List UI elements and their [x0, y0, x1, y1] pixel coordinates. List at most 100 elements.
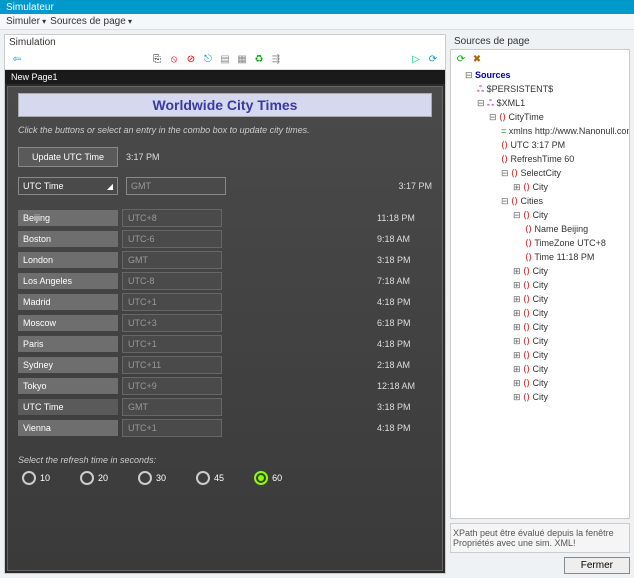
city-tz[interactable]: UTC+1	[122, 419, 222, 437]
expand-icon[interactable]: ⊟	[501, 166, 511, 180]
tree-persistent[interactable]: $PERSISTENT$	[487, 84, 554, 94]
expand-icon[interactable]: ⊞	[513, 264, 523, 278]
expand-icon[interactable]: ⊞	[513, 334, 523, 348]
expand-icon[interactable]: ⊟	[501, 194, 511, 208]
page-tab[interactable]: New Page1	[5, 70, 445, 84]
source-tree[interactable]: ⊟Sources ஃ $PERSISTENT$ ⊟ஃ $XML1 ⊟⟨⟩ Cit…	[453, 68, 627, 404]
city-tz[interactable]: UTC-6	[122, 230, 222, 248]
expand-icon[interactable]: ⊞	[513, 390, 523, 404]
expand-icon[interactable]: ⊟	[477, 96, 487, 110]
city-row[interactable]: Los AngelesUTC-87:18 AM	[18, 272, 432, 290]
tree-city[interactable]: City	[533, 210, 549, 220]
city-tz[interactable]: UTC+1	[122, 293, 222, 311]
tree-xml1[interactable]: $XML1	[497, 98, 526, 108]
city-combo[interactable]: UTC Time ◢	[18, 177, 118, 195]
tz-field[interactable]: GMT	[126, 177, 226, 195]
city-tz[interactable]: UTC+8	[122, 209, 222, 227]
city-name[interactable]: UTC Time	[18, 399, 118, 415]
city-row[interactable]: LondonGMT3:18 PM	[18, 251, 432, 269]
city-row[interactable]: TokyoUTC+912:18 AM	[18, 377, 432, 395]
city-row[interactable]: BeijingUTC+811:18 PM	[18, 209, 432, 227]
stop-icon[interactable]: ⊘	[185, 54, 197, 66]
city-name[interactable]: Paris	[18, 336, 118, 352]
refresh-radio-45[interactable]: 45	[196, 471, 224, 485]
city-tz[interactable]: UTC+1	[122, 335, 222, 353]
city-row[interactable]: BostonUTC-69:18 AM	[18, 230, 432, 248]
city-name[interactable]: London	[18, 252, 118, 268]
tree-xmlns[interactable]: xmlns	[509, 126, 533, 136]
tree-selectcity[interactable]: SelectCity	[521, 168, 562, 178]
cycle-icon[interactable]: ⟳	[427, 54, 439, 66]
city-row[interactable]: ParisUTC+14:18 PM	[18, 335, 432, 353]
city-tz[interactable]: UTC+9	[122, 377, 222, 395]
city-tz[interactable]: GMT	[122, 251, 222, 269]
city-tz[interactable]: GMT	[122, 398, 222, 416]
expand-icon[interactable]: ⊞	[513, 306, 523, 320]
expand-icon[interactable]: ⊞	[513, 292, 523, 306]
tree-city[interactable]: City	[533, 392, 549, 402]
city-name[interactable]: Madrid	[18, 294, 118, 310]
tree-city[interactable]: City	[533, 378, 549, 388]
list-icon[interactable]: ▦	[236, 54, 248, 66]
copy-icon[interactable]: ⎘	[151, 54, 163, 66]
expand-icon[interactable]: ⊞	[513, 362, 523, 376]
refresh-radio-10[interactable]: 10	[22, 471, 50, 485]
expand-icon[interactable]: ⊟	[465, 68, 475, 82]
back-icon[interactable]: ⇦	[11, 54, 23, 66]
tree-city[interactable]: City	[533, 364, 549, 374]
expand-icon[interactable]: ⊞	[513, 348, 523, 362]
tree-city[interactable]: City	[533, 280, 549, 290]
refresh-radio-20[interactable]: 20	[80, 471, 108, 485]
db-icon[interactable]: ▤	[219, 54, 231, 66]
expand-icon[interactable]: ⊟	[513, 208, 523, 222]
expand-icon[interactable]: ⊞	[513, 180, 523, 194]
flow-icon[interactable]: ⇶	[270, 54, 282, 66]
wifi-icon[interactable]: ⎋	[202, 54, 214, 66]
tree-city[interactable]: City	[533, 350, 549, 360]
close-button[interactable]: Fermer	[564, 557, 630, 574]
tree-root[interactable]: Sources	[475, 70, 511, 80]
tree-city[interactable]: City	[533, 266, 549, 276]
city-row[interactable]: UTC TimeGMT3:18 PM	[18, 398, 432, 416]
tree-name[interactable]: Name	[535, 224, 559, 234]
city-name[interactable]: Beijing	[18, 210, 118, 226]
city-tz[interactable]: UTC+3	[122, 314, 222, 332]
expand-icon[interactable]: ⊟	[489, 110, 499, 124]
menu-simuler[interactable]: Simuler	[6, 16, 46, 27]
tree-timezone[interactable]: TimeZone	[534, 238, 574, 248]
tree-utc[interactable]: UTC	[511, 140, 530, 150]
tree-citytime[interactable]: CityTime	[509, 112, 544, 122]
tree-city[interactable]: City	[533, 322, 549, 332]
city-name[interactable]: Boston	[18, 231, 118, 247]
city-row[interactable]: ViennaUTC+14:18 PM	[18, 419, 432, 437]
tree-city[interactable]: City	[533, 294, 549, 304]
tree-city[interactable]: City	[533, 182, 549, 192]
update-utc-button[interactable]: Update UTC Time	[18, 147, 118, 167]
city-name[interactable]: Los Angeles	[18, 273, 118, 289]
reload-icon[interactable]: ⟳	[455, 54, 467, 66]
city-name[interactable]: Moscow	[18, 315, 118, 331]
refresh-radio-30[interactable]: 30	[138, 471, 166, 485]
city-row[interactable]: MadridUTC+14:18 PM	[18, 293, 432, 311]
refresh-radio-60[interactable]: 60	[254, 471, 282, 485]
tree-time[interactable]: Time	[534, 252, 554, 262]
tree-city[interactable]: City	[533, 308, 549, 318]
stop-red-icon[interactable]: ⦸	[168, 54, 180, 66]
expand-icon[interactable]: ⊞	[513, 278, 523, 292]
expand-icon[interactable]: ⊞	[513, 376, 523, 390]
menu-sources[interactable]: Sources de page	[50, 16, 132, 27]
tree-cities[interactable]: Cities	[521, 196, 544, 206]
city-name[interactable]: Sydney	[18, 357, 118, 373]
tree-icon[interactable]: ♻	[253, 54, 265, 66]
city-name[interactable]: Tokyo	[18, 378, 118, 394]
tree-city[interactable]: City	[533, 336, 549, 346]
city-row[interactable]: SydneyUTC+112:18 AM	[18, 356, 432, 374]
city-tz[interactable]: UTC-8	[122, 272, 222, 290]
play-icon[interactable]: ▷	[410, 54, 422, 66]
city-tz[interactable]: UTC+11	[122, 356, 222, 374]
city-name[interactable]: Vienna	[18, 420, 118, 436]
tree-refresh[interactable]: RefreshTime	[511, 154, 562, 164]
expand-icon[interactable]: ⊞	[513, 320, 523, 334]
tools-icon[interactable]: ✖	[471, 54, 483, 66]
city-row[interactable]: MoscowUTC+36:18 PM	[18, 314, 432, 332]
